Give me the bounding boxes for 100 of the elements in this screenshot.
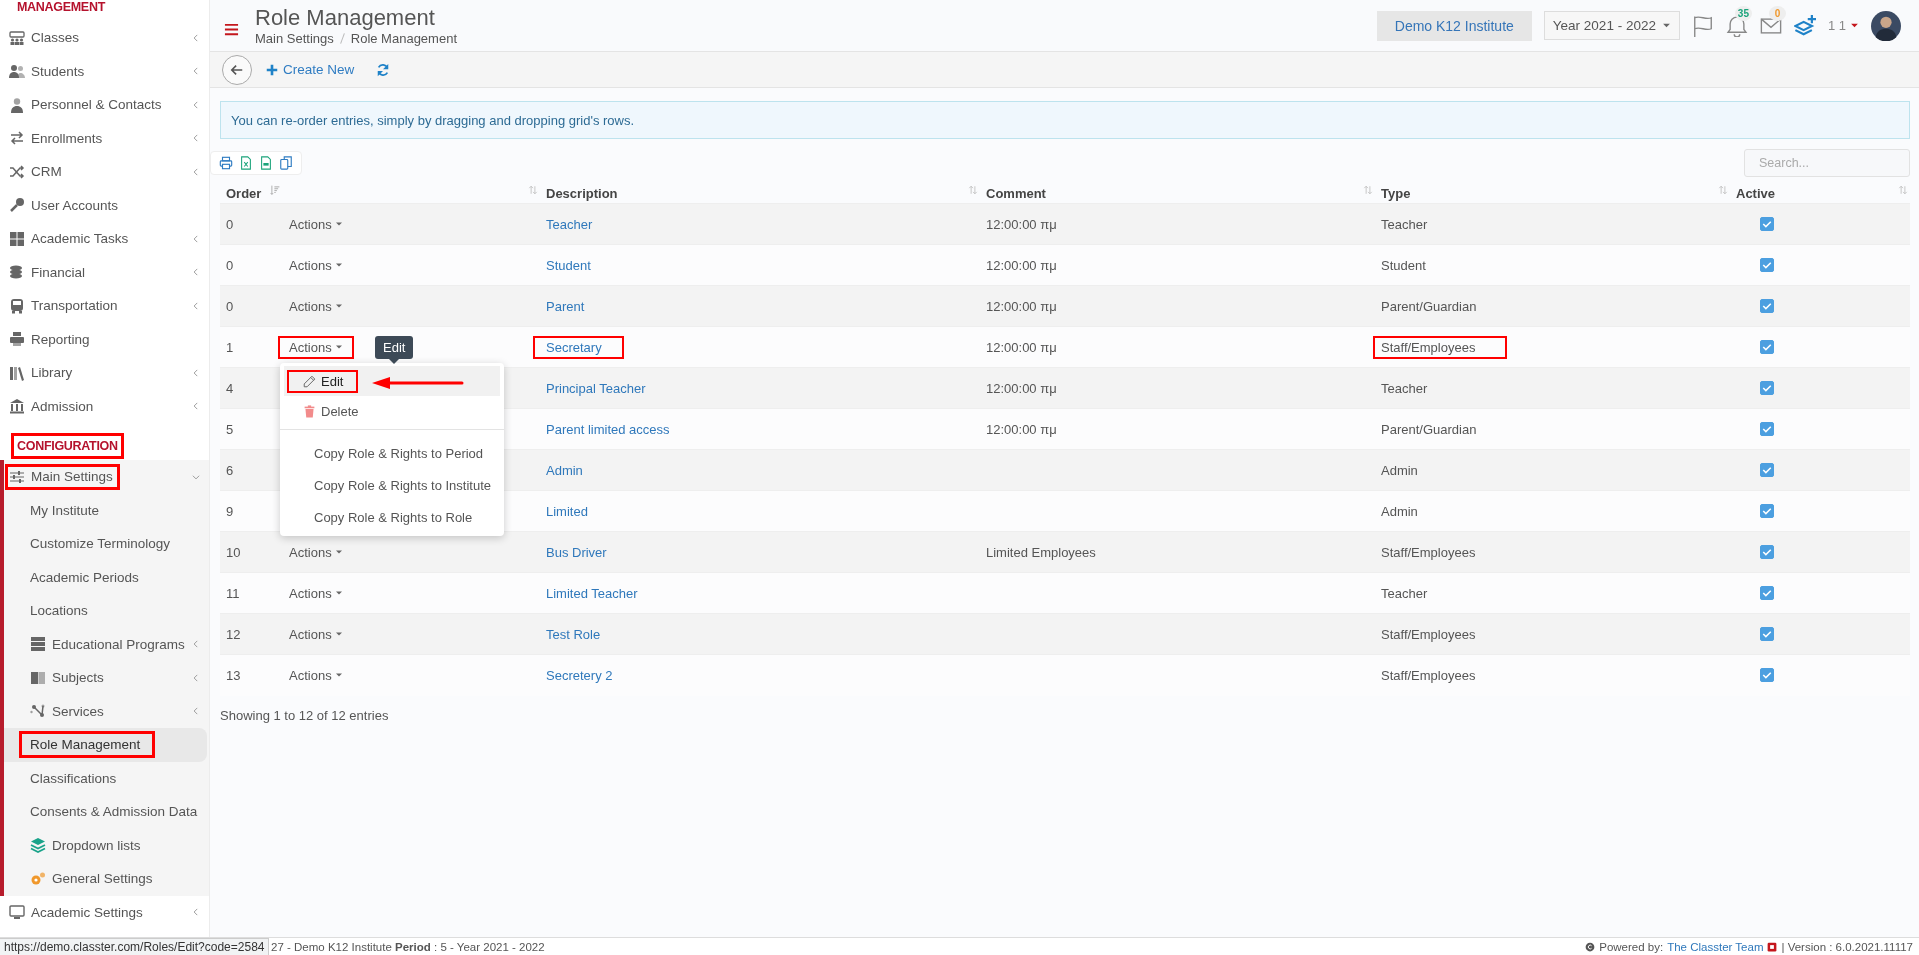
sidebar-item[interactable]: Educational Programs <box>4 627 209 661</box>
actions-button[interactable]: Actions <box>280 296 352 316</box>
sidebar-item[interactable]: CRM <box>0 155 209 189</box>
sidebar-item[interactable]: General Settings <box>4 862 209 896</box>
table-cell: Staff/Employees <box>1375 337 1506 357</box>
actions-button[interactable]: Actions <box>280 542 352 562</box>
column-header[interactable]: Active <box>1736 185 1776 201</box>
sidebar-item[interactable]: Customize Terminology <box>4 527 209 561</box>
sidebar-item[interactable]: Admission <box>0 389 209 423</box>
institute-button[interactable]: Demo K12 Institute <box>1376 10 1532 41</box>
shuffle-icon <box>9 163 25 180</box>
sidebar-item[interactable]: Dropdown lists <box>4 828 209 862</box>
tooltip: Edit <box>375 336 414 364</box>
table-link[interactable]: Test Role <box>546 624 601 644</box>
actions-button[interactable]: Actions <box>280 583 352 603</box>
table-link[interactable]: Bus Driver <box>546 542 607 562</box>
create-button[interactable]: Create New <box>266 62 355 77</box>
checkbox[interactable] <box>1760 668 1774 683</box>
layers-plus-icon[interactable] <box>1793 14 1816 37</box>
search-field[interactable]: Search... <box>1744 149 1910 177</box>
menu-item[interactable]: Edit <box>284 366 500 396</box>
sort-icon[interactable] <box>528 185 538 195</box>
year-dropdown[interactable]: Year 2021 - 2022 <box>1543 11 1680 40</box>
caret-icon <box>334 261 343 269</box>
table-link[interactable]: Secretary <box>535 337 622 357</box>
sidebar-item[interactable]: Locations <box>4 594 209 628</box>
table-link[interactable]: Parent limited access <box>546 419 670 439</box>
nodes-icon <box>30 703 46 720</box>
sidebar-item[interactable]: Financial <box>0 255 209 289</box>
actions-button[interactable]: Actions <box>280 665 352 685</box>
sort-icon[interactable] <box>1363 185 1373 195</box>
sidebar-item[interactable]: My Institute <box>4 493 209 527</box>
sort-icon[interactable] <box>968 185 978 195</box>
actions-button[interactable]: Actions <box>280 255 352 275</box>
sidebar-item[interactable]: Consents & Admission Data <box>4 795 209 829</box>
checkbox[interactable] <box>1760 586 1774 600</box>
table-link[interactable]: Parent <box>546 296 585 316</box>
table-link[interactable]: Limited <box>546 501 588 521</box>
chevron-icon <box>191 66 201 77</box>
sidebar-item[interactable]: Academic Periods <box>4 560 209 594</box>
team-link[interactable]: The Classter Team <box>1667 940 1764 953</box>
table-cell-text: Staff/Employees <box>1381 666 1476 685</box>
flag-icon[interactable] <box>1691 14 1714 37</box>
menu-icon[interactable] <box>224 22 239 37</box>
sidebar-item[interactable]: Reporting <box>0 322 209 356</box>
checkbox[interactable] <box>1760 217 1774 231</box>
sort-icon[interactable] <box>1898 185 1908 195</box>
actions-button[interactable]: Actions <box>280 624 352 644</box>
avatar[interactable] <box>1871 10 1901 41</box>
column-header[interactable]: Order <box>226 185 262 201</box>
sidebar-item[interactable]: Main Settings <box>4 460 209 494</box>
breadcrumb-link[interactable]: Main Settings <box>255 31 334 46</box>
checkbox[interactable] <box>1760 381 1774 395</box>
actions-button[interactable]: Actions <box>280 214 352 234</box>
table-link[interactable]: Student <box>546 255 591 275</box>
sidebar-item[interactable]: Academic Settings <box>0 895 209 929</box>
sidebar-item[interactable]: Personnel & Contacts <box>0 88 209 122</box>
column-header[interactable]: Comment <box>986 185 1046 201</box>
checkbox[interactable] <box>1760 299 1774 313</box>
menu-item[interactable]: Delete <box>284 396 500 426</box>
sidebar-item[interactable]: Services <box>4 694 209 728</box>
sidebar-item[interactable]: Library <box>0 356 209 390</box>
checkbox[interactable] <box>1760 545 1774 559</box>
menu-item[interactable]: Copy Role & Rights to Role <box>284 501 500 533</box>
table-link[interactable]: Secretery 2 <box>546 665 613 685</box>
sort-icon[interactable] <box>1718 185 1728 195</box>
csv-button[interactable] <box>259 156 273 170</box>
copy-button[interactable] <box>279 156 293 170</box>
excel-button[interactable] <box>239 156 253 170</box>
chevron-icon <box>191 907 201 918</box>
table-link[interactable]: Limited Teacher <box>546 583 638 603</box>
table-link[interactable]: Principal Teacher <box>546 378 646 398</box>
chevron-icon <box>191 99 201 110</box>
sidebar-item[interactable]: Transportation <box>0 289 209 323</box>
actions-button[interactable]: Actions <box>280 337 352 357</box>
checkbox[interactable] <box>1760 422 1774 436</box>
sidebar-item[interactable]: Students <box>0 54 209 88</box>
column-header[interactable]: Type <box>1381 185 1411 201</box>
checkbox[interactable] <box>1760 627 1774 641</box>
menu-item[interactable]: Copy Role & Rights to Institute <box>284 469 500 501</box>
menu-item[interactable]: Copy Role & Rights to Period <box>284 437 500 469</box>
sidebar-item[interactable]: Classes <box>0 21 209 55</box>
table-link[interactable]: Teacher <box>546 214 593 234</box>
back-button[interactable] <box>222 54 252 85</box>
table-cell-text: Admin <box>1381 461 1418 480</box>
sidebar-item[interactable]: User Accounts <box>0 188 209 222</box>
sort-icon[interactable] <box>270 185 280 195</box>
sidebar-item[interactable]: Role Management <box>4 728 207 762</box>
checkbox[interactable] <box>1760 504 1774 518</box>
print-button[interactable] <box>219 156 233 170</box>
sidebar-item[interactable]: Classifications <box>4 761 209 795</box>
table-link[interactable]: Admin <box>546 460 583 480</box>
checkbox[interactable] <box>1760 340 1774 354</box>
sidebar-item[interactable]: Enrollments <box>0 121 209 155</box>
sidebar-item[interactable]: Subjects <box>4 661 209 695</box>
checkbox[interactable] <box>1760 463 1774 477</box>
checkbox[interactable] <box>1760 258 1774 272</box>
column-header[interactable]: Description <box>546 185 618 201</box>
sidebar-item[interactable]: Academic Tasks <box>0 222 209 256</box>
layers-icon <box>30 837 46 854</box>
